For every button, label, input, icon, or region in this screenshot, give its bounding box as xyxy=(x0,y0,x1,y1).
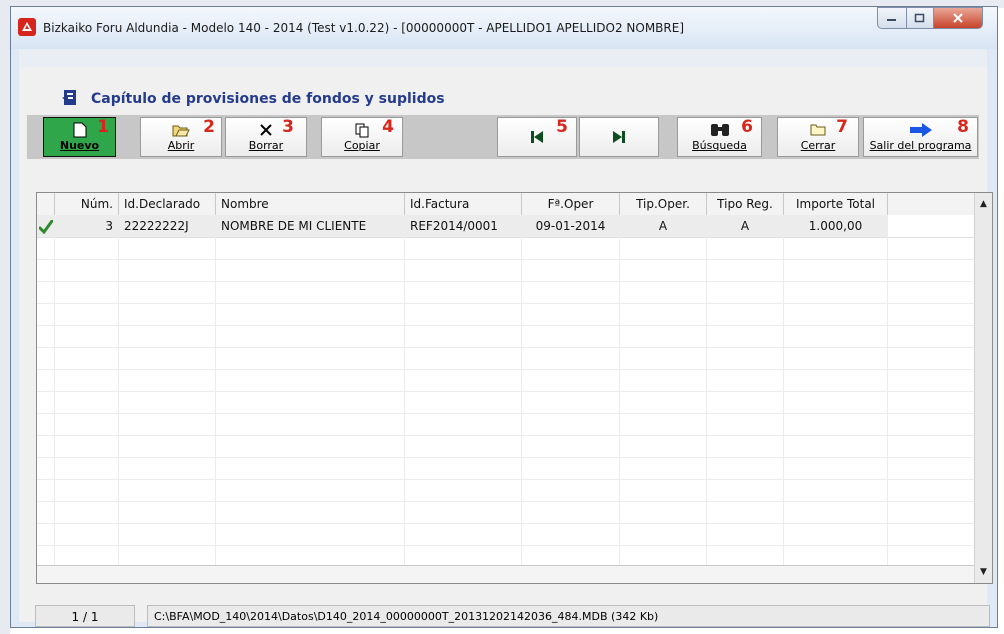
exit-program-button-label: Salir del programa xyxy=(869,139,972,152)
last-record-button[interactable] xyxy=(579,117,659,157)
marker-2: 2 xyxy=(203,117,215,137)
grid-column-line xyxy=(619,215,620,565)
empty-row xyxy=(37,457,975,480)
cell-tipo-reg[interactable]: A xyxy=(707,215,784,237)
header-status xyxy=(37,193,55,215)
marker-6: 6 xyxy=(741,117,753,137)
cell-num[interactable]: 3 xyxy=(55,215,119,237)
grid-column-line xyxy=(887,215,888,565)
cell-id-declarado[interactable]: 22222222J xyxy=(119,215,216,237)
cell-nombre[interactable]: NOMBRE DE MI CLIENTE xyxy=(216,215,405,237)
empty-row xyxy=(37,369,975,392)
header-fecha-oper[interactable]: Fª.Oper xyxy=(522,193,620,215)
page-title: Capítulo de provisiones de fondos y supl… xyxy=(91,91,445,107)
check-icon xyxy=(38,219,53,234)
empty-row xyxy=(37,281,975,304)
header-nombre[interactable]: Nombre xyxy=(216,193,405,215)
cell-tip-oper[interactable]: A xyxy=(620,215,707,237)
empty-row xyxy=(37,523,975,546)
marker-3: 3 xyxy=(282,117,294,137)
marker-4: 4 xyxy=(382,117,394,137)
first-record-button[interactable]: 5 xyxy=(497,117,577,157)
close-file-button-label: Cerrar xyxy=(800,139,836,152)
form-icon xyxy=(61,89,81,110)
grid-column-line xyxy=(118,215,119,565)
header-id-declarado[interactable]: Id.Declarado xyxy=(119,193,216,215)
empty-row xyxy=(37,391,975,414)
cell-fecha-oper[interactable]: 09-01-2014 xyxy=(522,215,620,237)
grid-header: Núm. Id.Declarado Nombre Id.Factura Fª.O… xyxy=(37,193,975,216)
client-area: Capítulo de provisiones de fondos y supl… xyxy=(19,67,993,627)
exit-program-button[interactable]: 8 Salir del programa xyxy=(863,117,978,157)
empty-row xyxy=(37,303,975,326)
grid-column-line xyxy=(54,215,55,565)
cell-importe-total[interactable]: 1.000,00 xyxy=(784,215,888,237)
background-edge-left xyxy=(0,0,10,634)
empty-row xyxy=(37,435,975,458)
app-window: Bizkaiko Foru Aldundia - Modelo 140 - 20… xyxy=(10,6,998,628)
search-button[interactable]: 6 Búsqueda xyxy=(677,117,762,157)
grid-bottom-band xyxy=(37,565,975,583)
vertical-scrollbar[interactable]: ▲ ▼ xyxy=(974,193,992,583)
new-button[interactable]: 1 Nuevo xyxy=(43,117,116,157)
grid-column-line xyxy=(706,215,707,565)
status-bar: 1 / 1 C:\BFA\MOD_140\2014\Datos\D140_201… xyxy=(35,605,990,627)
app-logo-icon xyxy=(18,18,36,36)
header-filler xyxy=(888,193,975,215)
scroll-down-arrow-icon[interactable]: ▼ xyxy=(975,563,992,580)
toolbar: 1 Nuevo 2 Abrir 3 Borrar 4 Copiar 5 6 Bú… xyxy=(27,115,979,159)
section-header: Capítulo de provisiones de fondos y supl… xyxy=(19,67,987,107)
open-button[interactable]: 2 Abrir xyxy=(140,117,222,157)
delete-button-label: Borrar xyxy=(248,139,284,152)
empty-row xyxy=(37,347,975,370)
table-row[interactable]: 3 22222222J NOMBRE DE MI CLIENTE REF2014… xyxy=(37,215,975,238)
open-button-label: Abrir xyxy=(167,139,195,152)
delete-button[interactable]: 3 Borrar xyxy=(225,117,307,157)
cell-filler xyxy=(888,215,975,237)
title-bar[interactable]: Bizkaiko Foru Aldundia - Modelo 140 - 20… xyxy=(11,7,997,49)
records-grid: Núm. Id.Declarado Nombre Id.Factura Fª.O… xyxy=(36,192,993,584)
marker-1: 1 xyxy=(97,117,109,137)
menu-bar xyxy=(19,49,987,68)
grid-column-line xyxy=(215,215,216,565)
grid-column-line xyxy=(404,215,405,565)
copy-button[interactable]: 4 Copiar xyxy=(321,117,403,157)
grid-column-line xyxy=(521,215,522,565)
empty-row xyxy=(37,413,975,436)
database-path: C:\BFA\MOD_140\2014\Datos\D140_2014_0000… xyxy=(147,605,990,627)
close-file-button[interactable]: 7 Cerrar xyxy=(777,117,859,157)
header-tipo-reg[interactable]: Tipo Reg. xyxy=(707,193,784,215)
skip-last-icon xyxy=(580,130,658,148)
header-importe-total[interactable]: Importe Total xyxy=(784,193,888,215)
close-icon xyxy=(953,13,963,23)
empty-row xyxy=(37,325,975,348)
row-status-cell xyxy=(37,215,55,237)
header-num[interactable]: Núm. xyxy=(55,193,119,215)
record-position: 1 / 1 xyxy=(35,605,135,627)
header-tip-oper[interactable]: Tip.Oper. xyxy=(620,193,707,215)
maximize-button[interactable] xyxy=(906,7,934,29)
empty-row xyxy=(37,259,975,282)
close-button[interactable] xyxy=(933,7,983,29)
copy-button-label: Copiar xyxy=(344,139,380,152)
header-id-factura[interactable]: Id.Factura xyxy=(405,193,522,215)
grid-column-line xyxy=(783,215,784,565)
empty-row xyxy=(37,479,975,502)
new-button-label: Nuevo xyxy=(59,139,100,152)
marker-7: 7 xyxy=(836,117,848,137)
marker-8: 8 xyxy=(957,117,969,137)
minimize-button[interactable] xyxy=(877,7,907,29)
empty-row xyxy=(37,237,975,260)
scroll-up-arrow-icon[interactable]: ▲ xyxy=(975,195,992,212)
window-title: Bizkaiko Foru Aldundia - Modelo 140 - 20… xyxy=(43,21,685,35)
empty-row xyxy=(37,501,975,524)
marker-5: 5 xyxy=(556,117,568,137)
cell-id-factura[interactable]: REF2014/0001 xyxy=(405,215,522,237)
search-button-label: Búsqueda xyxy=(692,139,747,152)
